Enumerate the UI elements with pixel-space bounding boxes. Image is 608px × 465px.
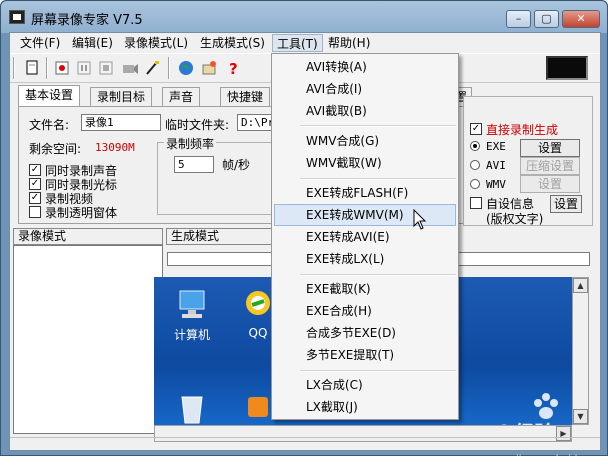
record-transparent-label: 录制透明窗体 xyxy=(45,206,118,220)
menu-item-multi-exe-extract[interactable]: 多节EXE提取(T) xyxy=(274,344,456,366)
menu-separator xyxy=(300,274,456,276)
tab-record-target[interactable]: 录制目标 xyxy=(90,87,153,107)
avi-label: AVI xyxy=(486,159,506,172)
tab-hotkeys[interactable]: 快捷键 xyxy=(220,87,271,107)
menu-item-avi-cut[interactable]: AVI截取(B) xyxy=(274,100,456,122)
record-mode-header: 录像模式 xyxy=(13,228,163,245)
record-video-checkbox[interactable]: ✓ xyxy=(29,192,41,204)
menu-separator xyxy=(300,370,456,372)
menu-help[interactable]: 帮助(H) xyxy=(324,34,374,52)
direct-generate-label: 直接录制生成 xyxy=(486,123,559,137)
globe-icon[interactable] xyxy=(176,58,196,78)
scroll-up-icon[interactable]: ▲ xyxy=(573,278,588,293)
help-icon[interactable]: ? xyxy=(224,58,244,78)
pause-icon[interactable] xyxy=(74,58,94,78)
preview-thumbnail xyxy=(546,56,588,80)
custom-info-checkbox[interactable] xyxy=(470,197,482,209)
maximize-button[interactable]: ▢ xyxy=(534,10,559,28)
menu-separator xyxy=(300,178,456,180)
toolbar-separator xyxy=(13,57,15,79)
space-label: 剩余空间: xyxy=(29,142,82,156)
avi-radio[interactable] xyxy=(470,160,480,170)
stop-icon[interactable] xyxy=(96,58,116,78)
brush-icon[interactable] xyxy=(142,58,162,78)
computer-icon[interactable]: 计算机 xyxy=(162,287,222,343)
status-bar xyxy=(10,437,600,451)
custom-info-sub: (版权文字) xyxy=(486,212,544,226)
exe-settings-button[interactable]: 设置 xyxy=(520,139,580,157)
exe-radio[interactable] xyxy=(470,141,480,151)
fps-group-title: 录制频率 xyxy=(164,135,217,152)
toolbar-separator xyxy=(46,57,48,79)
avi-compress-button[interactable]: 压缩设置 xyxy=(520,157,580,175)
filename-label: 文件名: xyxy=(29,118,70,132)
recycle-bin-icon[interactable] xyxy=(162,389,222,425)
wmv-radio[interactable] xyxy=(470,179,480,189)
menu-edit[interactable]: 编辑(E) xyxy=(68,34,117,52)
fps-group: 录制频率 5 帧/秒 xyxy=(157,135,275,215)
wmv-label: WMV xyxy=(486,178,506,191)
scroll-down-icon[interactable]: ▼ xyxy=(573,409,588,424)
menu-record-mode[interactable]: 录像模式(L) xyxy=(120,34,192,52)
toolbar-separator xyxy=(168,57,170,79)
menu-item-avi-convert[interactable]: AVI转换(A) xyxy=(274,56,456,78)
wmv-settings-button[interactable]: 设置 xyxy=(520,175,580,193)
minimize-button[interactable]: – xyxy=(506,10,531,28)
fps-input[interactable]: 5 xyxy=(174,156,214,173)
menu-separator xyxy=(300,125,456,127)
menu-item-exe-merge[interactable]: EXE合成(H) xyxy=(274,300,456,322)
menu-item-exe-cut[interactable]: EXE截取(K) xyxy=(274,278,456,300)
close-button[interactable]: ✕ xyxy=(562,10,600,28)
computer-label: 计算机 xyxy=(173,328,210,342)
vertical-scrollbar[interactable]: ▲ ▼ xyxy=(572,277,589,425)
app-window: 屏幕录像专家 V7.5 – ▢ ✕ 文件(F) 编辑(E) 录像模式(L) 生成… xyxy=(0,0,608,465)
menu-item-wmv-merge[interactable]: WMV合成(G) xyxy=(274,130,456,152)
tab-basic[interactable]: 基本设置 xyxy=(18,85,81,107)
menu-item-exe-to-wmv[interactable]: EXE转成WMV(M) xyxy=(274,204,456,226)
record-icon[interactable] xyxy=(52,58,72,78)
tempfolder-label: 临时文件夹: xyxy=(165,118,230,132)
menu-item-multi-exe-merge[interactable]: 合成多节EXE(D) xyxy=(274,322,456,344)
svg-text:?: ? xyxy=(229,60,238,77)
new-file-icon[interactable] xyxy=(22,58,42,78)
fps-unit: 帧/秒 xyxy=(222,158,251,172)
menu-item-lx-merge[interactable]: LX合成(C) xyxy=(274,374,456,396)
paint-icon[interactable] xyxy=(200,58,220,78)
record-cursor-checkbox[interactable]: ✓ xyxy=(29,178,41,190)
title-bar[interactable]: 屏幕录像专家 V7.5 – ▢ ✕ xyxy=(1,1,607,33)
tab-sound[interactable]: 声音 xyxy=(162,87,201,107)
menu-item-lx-cut[interactable]: LX截取(J) xyxy=(274,396,456,418)
menu-tools[interactable]: 工具(T) xyxy=(272,34,323,52)
camera-icon[interactable] xyxy=(120,58,140,78)
filename-input[interactable]: 录像1 xyxy=(81,114,161,131)
tools-menu: AVI转换(A) AVI合成(I) AVI截取(B) WMV合成(G) WMV截… xyxy=(271,53,459,420)
tempfolder-input[interactable]: D:\Pr xyxy=(237,114,275,131)
custom-info-settings-button[interactable]: 设置 xyxy=(550,195,582,213)
output-panel: ✓ 直接录制生成 EXE 设置 AVI 压缩设置 WMV 设置 自设信息 (版权… xyxy=(463,96,593,226)
record-list-pane[interactable] xyxy=(13,245,163,434)
record-sound-checkbox[interactable]: ✓ xyxy=(29,164,41,176)
exe-label: EXE xyxy=(486,140,506,153)
menu-item-exe-to-avi[interactable]: EXE转成AVI(E) xyxy=(274,226,456,248)
menu-item-exe-to-flash[interactable]: EXE转成FLASH(F) xyxy=(274,182,456,204)
generate-mode-header: 生成模式 xyxy=(166,228,276,245)
window-title: 屏幕录像专家 V7.5 xyxy=(31,13,143,28)
menu-item-wmv-cut[interactable]: WMV截取(W) xyxy=(274,152,456,174)
space-value: 13090M xyxy=(95,141,135,154)
mouse-cursor-icon xyxy=(413,209,427,230)
menu-item-avi-merge[interactable]: AVI合成(I) xyxy=(274,78,456,100)
menu-bar: 文件(F) 编辑(E) 录像模式(L) 生成模式(S) 工具(T) 帮助(H) xyxy=(10,33,600,53)
menu-file[interactable]: 文件(F) xyxy=(16,34,64,52)
menu-generate-mode[interactable]: 生成模式(S) xyxy=(196,34,269,52)
direct-generate-checkbox[interactable]: ✓ xyxy=(470,123,482,135)
app-logo-icon xyxy=(9,10,25,24)
record-transparent-checkbox[interactable] xyxy=(29,206,41,218)
menu-item-exe-to-lx[interactable]: EXE转成LX(L) xyxy=(274,248,456,270)
